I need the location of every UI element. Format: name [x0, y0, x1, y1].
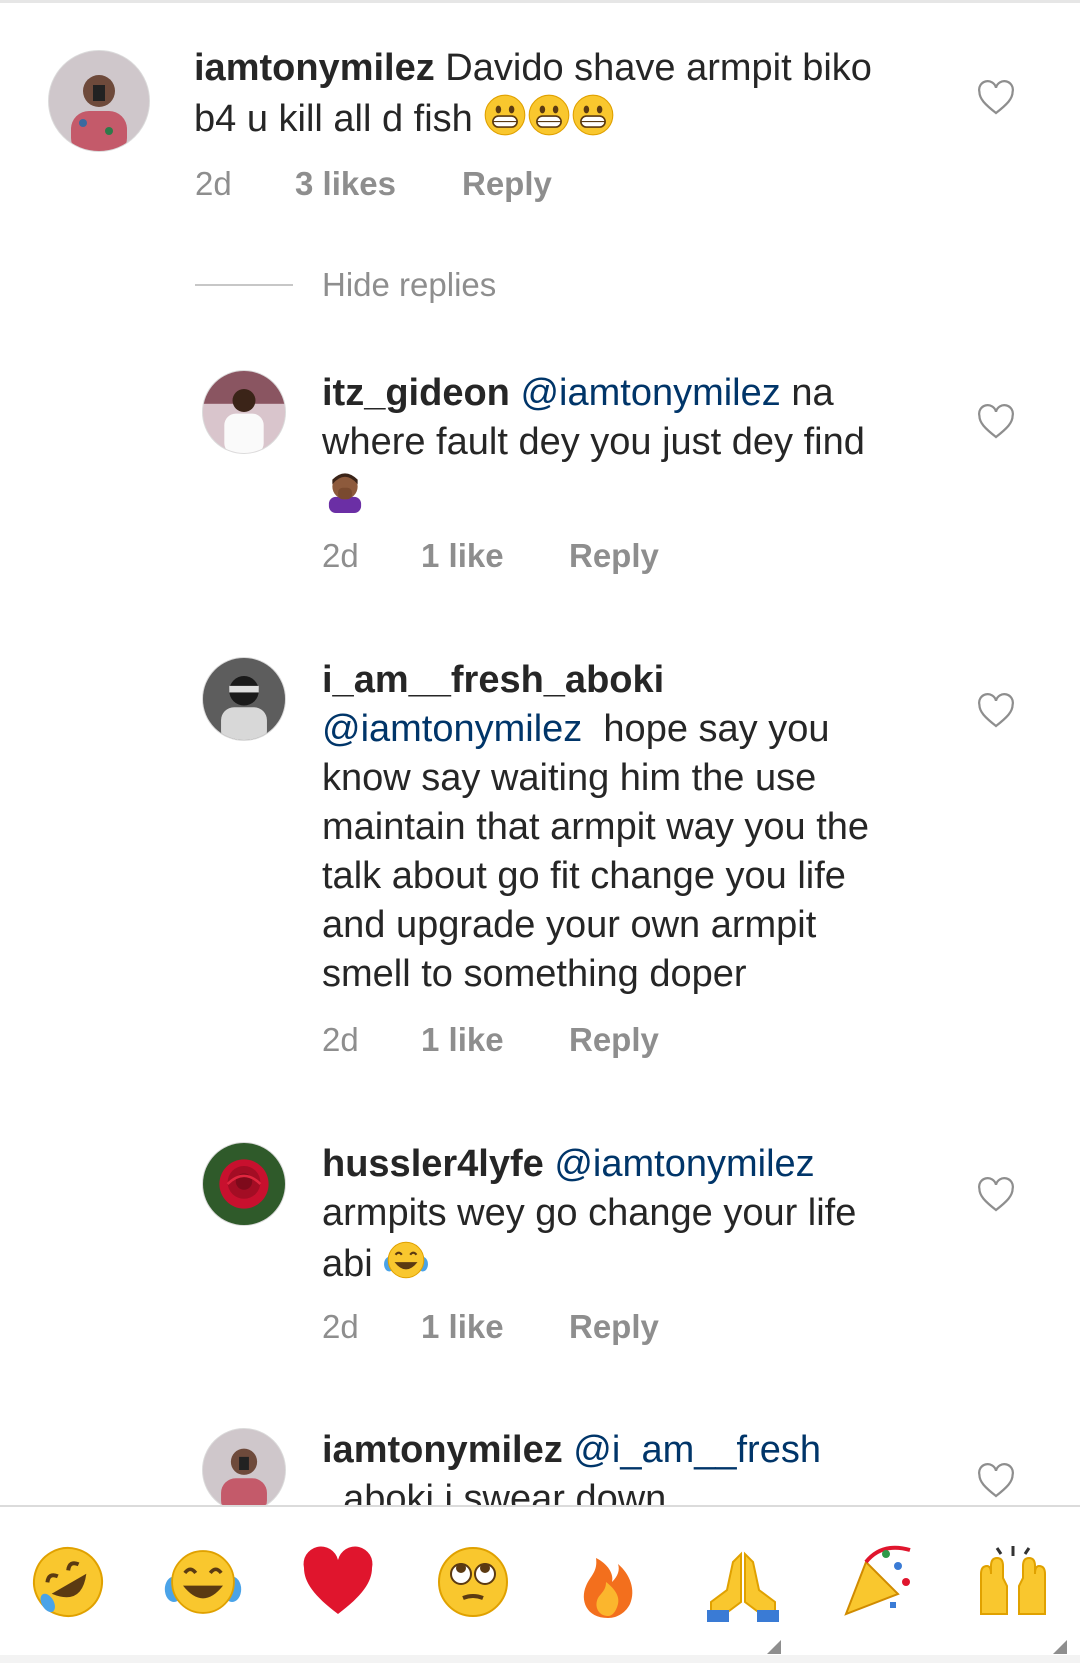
timestamp: 2d — [322, 537, 359, 574]
likes-count[interactable]: 3 likes — [295, 165, 396, 203]
comment-text: hussler4lyfe @iamtonymilez armpits wey g… — [322, 1140, 962, 1295]
tears-of-joy-icon — [383, 1238, 429, 1295]
comment-body: Davido shave armpit biko — [445, 47, 872, 89]
comment-body: armpits wey go change your life — [322, 1192, 857, 1234]
timestamp: 2d — [195, 165, 232, 202]
username[interactable]: hussler4lyfe — [322, 1143, 544, 1185]
comment-body-line: and upgrade your own armpit — [322, 904, 817, 946]
like-heart-icon[interactable] — [977, 404, 1015, 440]
username[interactable]: iamtonymilez — [322, 1429, 563, 1471]
comment-text: iamtonymilez Davido shave armpit biko b4… — [194, 44, 954, 150]
comment-text: itz_gideon @iamtonymilez na where fault … — [322, 369, 962, 526]
comment-body: where fault dey you just dey find — [322, 421, 865, 463]
bottom-edge — [0, 1655, 1080, 1663]
avatar[interactable] — [202, 657, 286, 741]
avatar[interactable] — [202, 370, 286, 454]
avatar[interactable] — [48, 50, 150, 152]
like-heart-icon[interactable] — [977, 1177, 1015, 1213]
timestamp: 2d — [322, 1308, 359, 1345]
username[interactable]: itz_gideon — [322, 372, 510, 414]
face-palm-icon — [322, 467, 368, 526]
rolling-eyes-icon[interactable] — [433, 1542, 513, 1622]
username[interactable]: i_am__fresh_aboki — [322, 659, 664, 701]
comment-body-line: hope say you — [582, 708, 830, 750]
likes-count[interactable]: 1 like — [421, 537, 504, 575]
hide-replies-divider — [195, 284, 293, 286]
like-heart-icon[interactable] — [977, 1463, 1015, 1499]
like-heart-icon[interactable] — [977, 693, 1015, 729]
username[interactable]: iamtonymilez — [194, 47, 435, 89]
mention-link[interactable]: @i_am__fresh — [573, 1429, 821, 1471]
likes-count[interactable]: 1 like — [421, 1308, 504, 1346]
folded-hands-icon[interactable] — [703, 1542, 783, 1622]
reply-button[interactable]: Reply — [569, 537, 659, 575]
timestamp: 2d — [322, 1021, 359, 1058]
avatar[interactable] — [202, 1428, 286, 1512]
mention-link[interactable]: @iamtonymilez — [520, 372, 780, 414]
corner-marker-icon — [767, 1640, 781, 1654]
top-divider — [0, 0, 1080, 3]
red-heart-icon[interactable] — [298, 1542, 378, 1622]
emoji-quick-bar — [0, 1505, 1080, 1665]
avatar[interactable] — [202, 1142, 286, 1226]
mention-link[interactable]: @iamtonymilez — [322, 708, 582, 750]
reply-button[interactable]: Reply — [569, 1021, 659, 1059]
tears-of-joy-icon[interactable] — [163, 1542, 243, 1622]
mention-link[interactable]: @iamtonymilez — [554, 1143, 814, 1185]
likes-count[interactable]: 1 like — [421, 1021, 504, 1059]
comment-body-line: talk about go fit change you life — [322, 855, 846, 897]
party-popper-icon[interactable] — [838, 1542, 918, 1622]
comment-body-line: know say waiting him the use — [322, 757, 817, 799]
like-heart-icon[interactable] — [977, 80, 1015, 116]
comment-body: na — [780, 372, 834, 414]
comment-body: b4 u kill all d fish — [194, 98, 473, 140]
grinning-face-icon — [571, 93, 615, 150]
comment-body-line: maintain that armpit way you the — [322, 806, 870, 848]
comment-text: i_am__fresh_aboki @iamtonymilez hope say… — [322, 656, 962, 999]
reply-button[interactable]: Reply — [569, 1308, 659, 1346]
raising-hands-icon[interactable] — [973, 1542, 1053, 1622]
comment-body: abi — [322, 1243, 384, 1285]
grinning-face-icon — [483, 93, 527, 150]
corner-marker-icon — [1053, 1640, 1067, 1654]
rolling-on-floor-laughing-icon[interactable] — [28, 1542, 108, 1622]
grinning-face-icon — [527, 93, 571, 150]
fire-icon[interactable] — [568, 1542, 648, 1622]
reply-button[interactable]: Reply — [462, 165, 552, 203]
comment-body-line: smell to something doper — [322, 953, 747, 995]
hide-replies-button[interactable]: Hide replies — [322, 266, 496, 304]
